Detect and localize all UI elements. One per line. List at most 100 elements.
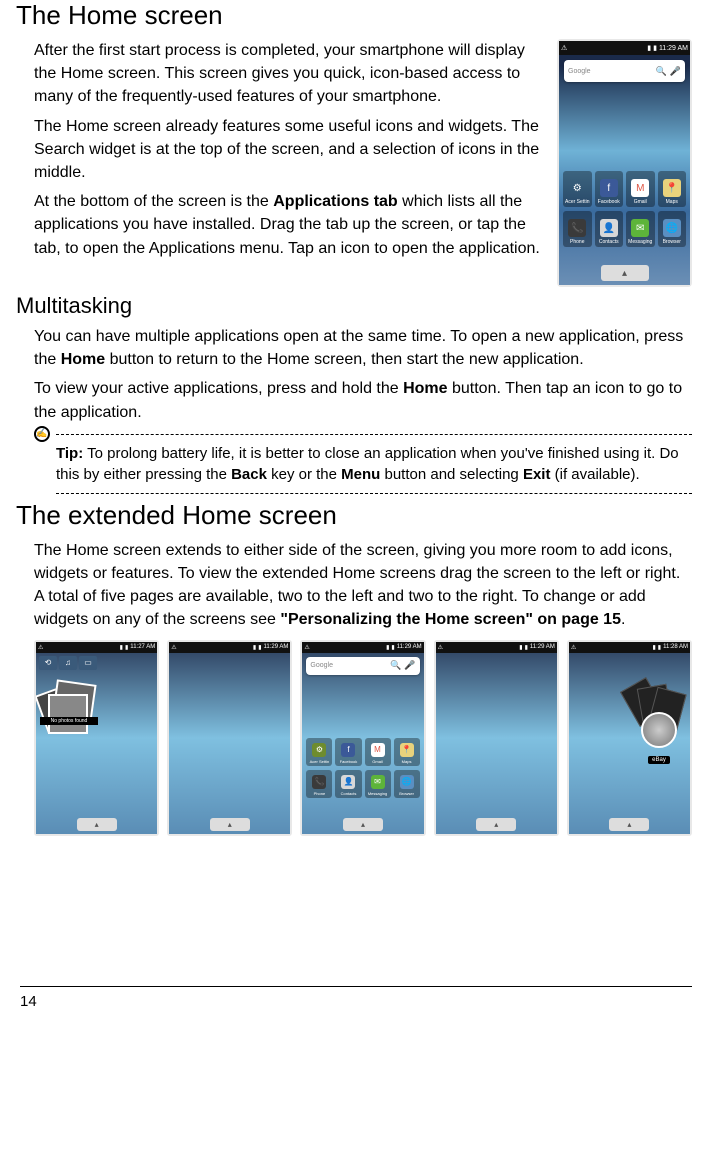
- app-icon-acer-settings: ⚙Acer Settin: [563, 171, 592, 207]
- app-icon-facebook: fFacebook: [595, 171, 624, 207]
- intro-para-2: The Home screen already features some us…: [34, 115, 547, 185]
- app-icon-acer-settings: ⚙Acer Settin: [306, 738, 332, 766]
- phone-icon: 📞: [568, 219, 586, 237]
- status-bar: ⚠ ▮▮11:29 AM: [169, 642, 290, 653]
- search-widget: Google 🔍🎤: [306, 657, 419, 675]
- battery-icon: ▮: [658, 644, 661, 651]
- app-row-1: ⚙Acer Settin fFacebook MGmail 📍Maps: [563, 171, 686, 207]
- status-bar: ⚠ ▮▮11:28 AM: [569, 642, 690, 653]
- signal-icon: ▮: [253, 644, 256, 651]
- app-icon-contacts: 👤Contacts: [335, 770, 361, 798]
- heading-home-screen: The Home screen: [16, 0, 692, 31]
- app-icon-browser: 🌐Browser: [658, 211, 687, 247]
- thumb-left-2: ⚠ ▮▮11:27 AM ⟲ ♫ ▭ No photos found ▴: [34, 640, 159, 836]
- facebook-icon: f: [600, 179, 618, 197]
- app-icon-facebook: fFacebook: [335, 738, 361, 766]
- warning-icon: ⚠: [571, 644, 576, 651]
- battery-icon: ▮: [258, 644, 261, 651]
- extended-screens-row: ⚠ ▮▮11:27 AM ⟲ ♫ ▭ No photos found ▴ ⚠ ▮…: [34, 640, 692, 836]
- signal-icon: ▮: [652, 644, 655, 651]
- mic-icon: 🎤: [670, 66, 681, 77]
- heading-multitasking: Multitasking: [16, 293, 692, 319]
- media-music-icon: ♫: [59, 656, 77, 670]
- applications-tab: ▴: [601, 265, 649, 281]
- applications-tab: ▴: [77, 818, 117, 831]
- app-icon-messaging: ✉Messaging: [626, 211, 655, 247]
- media-toolbar: ⟲ ♫ ▭: [36, 653, 157, 673]
- battery-icon: ▮: [653, 44, 657, 52]
- warning-icon: ⚠: [304, 644, 309, 651]
- signal-icon: ▮: [519, 644, 522, 651]
- thumb-center: ⚠ ▮▮11:29 AM Google 🔍🎤 ⚙Acer Settin fFac…: [300, 640, 425, 836]
- app-icon-browser: 🌐Browser: [394, 770, 420, 798]
- thumb-right-2: ⚠ ▮▮11:28 AM eBay ▴: [567, 640, 692, 836]
- status-time: 11:29 AM: [659, 45, 688, 52]
- warning-icon: ⚠: [561, 44, 567, 52]
- contacts-icon: 👤: [600, 219, 618, 237]
- maps-icon: 📍: [663, 179, 681, 197]
- multitasking-para-1: You can have multiple applications open …: [34, 325, 692, 371]
- status-time: 11:27 AM: [130, 644, 155, 650]
- globe-icon: [641, 712, 677, 748]
- app-icon-messaging: ✉Messaging: [365, 770, 391, 798]
- app-icon-phone: 📞Phone: [306, 770, 332, 798]
- battery-icon: ▮: [525, 644, 528, 651]
- status-bar: ⚠ ▮▮11:29 AM: [436, 642, 557, 653]
- media-video-icon: ▭: [79, 656, 97, 670]
- gmail-icon: M: [631, 179, 649, 197]
- no-photos-label: No photos found: [40, 717, 98, 725]
- applications-tab: ▴: [210, 818, 250, 831]
- intro-para-3: At the bottom of the screen is the Appli…: [34, 190, 547, 260]
- applications-tab: ▴: [343, 818, 383, 831]
- status-bar: ⚠ ▮▮11:29 AM: [302, 642, 423, 653]
- intro-section: After the first start process is complet…: [20, 39, 692, 287]
- main-phone-screenshot: ⚠ ▮ ▮ 11:29 AM Google 🔍 🎤 ⚙Acer Settin: [557, 39, 692, 287]
- messaging-icon: ✉: [631, 219, 649, 237]
- intro-para-1: After the first start process is complet…: [34, 39, 547, 109]
- signal-icon: ▮: [386, 644, 389, 651]
- multitasking-para-2: To view your active applications, press …: [34, 377, 692, 423]
- status-time: 11:29 AM: [264, 644, 289, 650]
- tip-text: Tip: To prolong battery life, it is bett…: [56, 443, 692, 485]
- search-icon: 🔍: [656, 66, 667, 77]
- app-icon-phone: 📞Phone: [563, 211, 592, 247]
- status-bar: ⚠ ▮▮11:27 AM: [36, 642, 157, 653]
- intro-text-column: After the first start process is complet…: [20, 39, 547, 266]
- app-icon-grid: ⚙Acer Settin fFacebook MGmail 📍Maps 📞Pho…: [559, 171, 690, 247]
- thumb-left-1: ⚠ ▮▮11:29 AM ▴: [167, 640, 292, 836]
- app-icon-maps: 📍Maps: [394, 738, 420, 766]
- acer-settings-icon: ⚙: [568, 179, 586, 197]
- browser-icon: 🌐: [663, 219, 681, 237]
- app-icon-maps: 📍Maps: [658, 171, 687, 207]
- tip-icon: ✍: [34, 426, 50, 442]
- search-input: Google: [568, 68, 652, 75]
- status-time: 11:28 AM: [663, 644, 688, 650]
- search-icon: 🔍: [390, 660, 401, 671]
- applications-tab: ▴: [609, 818, 649, 831]
- app-icon-grid: ⚙Acer Settin fFacebook MGmail 📍Maps 📞Pho…: [302, 738, 423, 798]
- app-icon-gmail: MGmail: [365, 738, 391, 766]
- battery-icon: ▮: [125, 644, 128, 651]
- ebay-widget: eBay: [634, 712, 684, 766]
- extended-para: The Home screen extends to either side o…: [34, 539, 692, 632]
- media-back-icon: ⟲: [39, 656, 57, 670]
- applications-tab: ▴: [476, 818, 516, 831]
- page-number: 14: [20, 993, 692, 1010]
- search-input: Google: [310, 662, 386, 669]
- warning-icon: ⚠: [438, 644, 443, 651]
- battery-icon: ▮: [391, 644, 394, 651]
- thumb-right-1: ⚠ ▮▮11:29 AM ▴: [434, 640, 559, 836]
- warning-icon: ⚠: [38, 644, 43, 651]
- status-time: 11:29 AM: [530, 644, 555, 650]
- app-row-2: 📞Phone 👤Contacts ✉Messaging 🌐Browser: [563, 211, 686, 247]
- app-icon-contacts: 👤Contacts: [595, 211, 624, 247]
- ebay-label: eBay: [648, 756, 670, 764]
- heading-extended-home: The extended Home screen: [16, 500, 692, 531]
- warning-icon: ⚠: [171, 644, 176, 651]
- mic-icon: 🎤: [404, 660, 415, 671]
- footer-rule: [20, 986, 692, 987]
- intro-para-3a: At the bottom of the screen is the: [34, 193, 273, 210]
- intro-para-3-bold: Applications tab: [273, 193, 397, 210]
- app-icon-gmail: MGmail: [626, 171, 655, 207]
- photo-stack: [40, 682, 100, 742]
